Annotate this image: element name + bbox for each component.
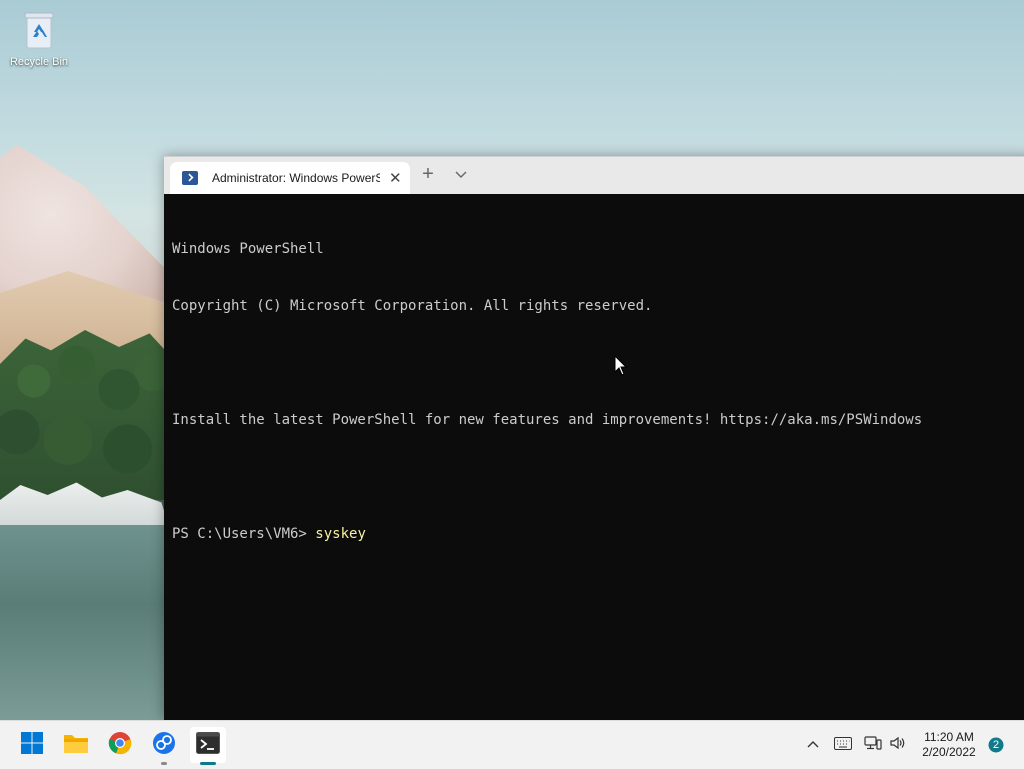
powershell-icon <box>182 171 198 185</box>
clock-date: 2/20/2022 <box>922 745 976 759</box>
taskbar-windows-terminal[interactable] <box>190 727 226 765</box>
mouse-pointer-icon <box>614 354 628 382</box>
chevron-down-icon[interactable] <box>454 167 468 181</box>
console-output[interactable]: Windows PowerShell Copyright (C) Microso… <box>172 202 922 582</box>
terminal-titlebar[interactable]: Administrator: Windows PowerS ✕ + <box>164 156 1024 194</box>
chevron-up-icon[interactable] <box>806 737 820 755</box>
wallpaper-water <box>0 525 170 720</box>
app-active-indicator <box>200 762 216 765</box>
taskbar-network-tool[interactable] <box>146 727 182 765</box>
network-globe-icon <box>152 731 176 760</box>
windows-logo-icon <box>20 731 44 760</box>
console-line: Windows PowerShell <box>172 241 324 257</box>
desktop-icon-recycle-bin[interactable]: Recycle Bin <box>6 10 72 68</box>
new-tab-button[interactable]: + <box>420 164 436 184</box>
taskbar-chrome[interactable] <box>102 727 138 763</box>
clock-time: 11:20 AM <box>924 730 974 744</box>
command-text: syskey <box>315 526 366 542</box>
tab-title: Administrator: Windows PowerS <box>212 171 380 185</box>
volume-icon[interactable] <box>889 735 907 756</box>
taskbar: 11:20 AM 2/20/2022 <box>0 720 1024 769</box>
wallpaper-trees <box>0 330 170 500</box>
notification-count: 2 <box>992 739 1000 751</box>
prompt-text: PS C:\Users\VM6> <box>172 526 316 542</box>
terminal-window[interactable]: Administrator: Windows PowerS ✕ + Window… <box>164 156 1024 720</box>
network-icon[interactable] <box>864 735 882 756</box>
tab-close-button[interactable]: ✕ <box>389 171 402 186</box>
tab-powershell[interactable]: Administrator: Windows PowerS ✕ <box>170 162 410 194</box>
recycle-bin-icon <box>22 10 56 50</box>
console-line: Copyright (C) Microsoft Corporation. All… <box>172 298 653 314</box>
taskbar-file-explorer[interactable] <box>58 727 94 763</box>
app-running-indicator <box>161 762 167 765</box>
chrome-icon <box>108 731 132 760</box>
keyboard-icon[interactable] <box>834 737 852 755</box>
console-line: Install the latest PowerShell for new fe… <box>172 412 923 428</box>
folder-icon <box>63 732 89 759</box>
terminal-icon <box>196 731 220 759</box>
desktop-icon-label: Recycle Bin <box>9 56 69 68</box>
console-prompt-line[interactable]: PS C:\Users\VM6> syskey <box>172 525 922 544</box>
notification-badge[interactable]: 2 <box>988 737 1004 758</box>
taskbar-clock[interactable]: 11:20 AM 2/20/2022 <box>914 730 984 760</box>
start-button[interactable] <box>14 727 50 763</box>
